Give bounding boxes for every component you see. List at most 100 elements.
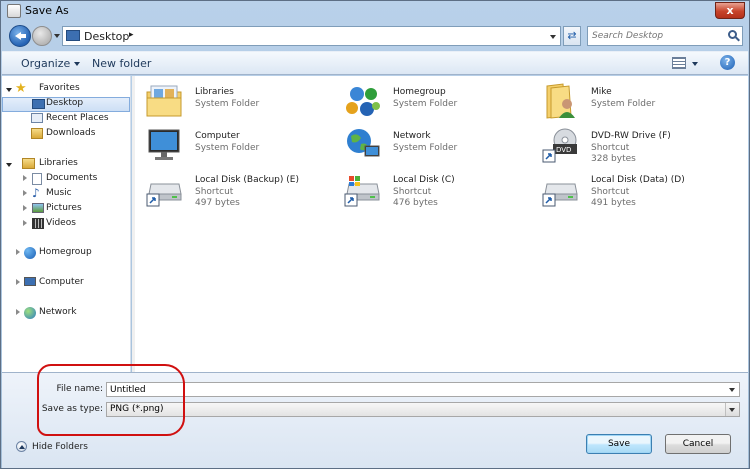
expand-arrow-icon[interactable] — [23, 220, 27, 226]
nav-libraries[interactable]: Libraries — [2, 157, 130, 172]
desktop-icon — [66, 30, 80, 41]
address-row: Desktop ▸ ⇄ — [1, 23, 749, 49]
file-item-homegroup[interactable]: Homegroup System Folder — [343, 82, 533, 122]
nav-computer[interactable]: Computer — [2, 276, 130, 291]
nav-pictures[interactable]: Pictures — [2, 202, 130, 217]
hard-disk-icon — [146, 183, 182, 207]
save-type-select[interactable]: PNG (*.png) — [106, 402, 740, 417]
documents-icon — [32, 173, 42, 185]
expand-arrow-icon[interactable] — [23, 205, 27, 211]
refresh-button[interactable]: ⇄ — [563, 26, 581, 46]
recent-pages-dropdown[interactable] — [54, 34, 60, 38]
save-button[interactable]: Save — [586, 434, 652, 454]
nav-music[interactable]: ♪ Music — [2, 186, 130, 202]
file-list: Libraries System Folder Homegroup System… — [135, 76, 748, 372]
file-item-computer[interactable]: Computer System Folder — [145, 126, 335, 166]
new-folder-button[interactable]: New folder — [92, 57, 151, 70]
file-item-local-disk-backup[interactable]: Local Disk (Backup) (E) Shortcut 497 byt… — [145, 170, 335, 210]
save-type-label: Save as type: — [41, 404, 103, 414]
downloads-folder-icon — [31, 128, 43, 139]
nav-favorites[interactable]: ★ Favorites — [2, 81, 130, 97]
file-item-type: Shortcut — [195, 187, 234, 197]
address-dropdown-icon[interactable] — [550, 35, 556, 39]
nav-homegroup[interactable]: Homegroup — [2, 246, 130, 261]
change-view-icon[interactable] — [672, 57, 686, 69]
expand-arrow-icon[interactable] — [16, 249, 20, 255]
pictures-icon — [32, 203, 44, 213]
libraries-icon — [22, 158, 35, 169]
file-item-local-disk-data[interactable]: Local Disk (Data) (D) Shortcut 491 bytes — [541, 170, 731, 210]
expand-arrow-icon[interactable] — [23, 175, 27, 181]
nav-documents-label: Documents — [46, 173, 98, 183]
organize-button[interactable]: Organize — [21, 57, 81, 70]
expand-arrow-icon[interactable] — [6, 88, 12, 92]
libraries-icon — [146, 85, 182, 117]
search-icon[interactable] — [728, 30, 737, 39]
help-icon[interactable]: ? — [720, 55, 735, 70]
title-bar[interactable]: Save As x — [1, 1, 749, 21]
view-options-dropdown[interactable] — [692, 62, 698, 66]
close-button[interactable]: x — [715, 2, 745, 19]
file-item-name: Network — [393, 131, 431, 141]
nav-downloads[interactable]: Downloads — [2, 127, 130, 142]
file-item-type: System Folder — [393, 99, 458, 109]
breadcrumb-chevron-icon[interactable]: ▸ — [129, 30, 134, 40]
address-bar[interactable]: Desktop ▸ — [62, 26, 561, 46]
nav-desktop[interactable]: Desktop — [2, 97, 130, 112]
search-input[interactable] — [592, 29, 722, 43]
nav-recent-places[interactable]: Recent Places — [2, 112, 130, 127]
nav-network-label: Network — [39, 307, 77, 317]
search-box[interactable] — [587, 26, 743, 46]
file-item-network[interactable]: Network System Folder — [343, 126, 533, 166]
file-item-size: 476 bytes — [393, 198, 438, 208]
organize-label: Organize — [21, 57, 71, 70]
nav-network[interactable]: Network — [2, 306, 130, 321]
star-icon: ★ — [15, 81, 27, 96]
nav-documents[interactable]: Documents — [2, 172, 130, 187]
file-item-name: Libraries — [195, 87, 234, 97]
save-type-value: PNG (*.png) — [110, 404, 164, 414]
computer-icon — [148, 129, 180, 160]
collapse-up-icon — [16, 441, 27, 452]
file-item-type: System Folder — [195, 143, 260, 153]
svg-text:DVD: DVD — [556, 146, 571, 154]
cancel-button[interactable]: Cancel — [665, 434, 731, 454]
file-item-name: Local Disk (Data) (D) — [591, 175, 685, 185]
hide-folders-label: Hide Folders — [32, 442, 88, 452]
network-icon — [347, 129, 380, 157]
forward-button[interactable] — [32, 26, 52, 46]
file-name-dropdown-icon[interactable] — [729, 388, 735, 392]
nav-computer-label: Computer — [39, 277, 84, 287]
dvd-drive-icon: DVD — [542, 128, 577, 163]
file-item-libraries[interactable]: Libraries System Folder — [145, 82, 335, 122]
breadcrumb-desktop[interactable]: Desktop — [84, 30, 129, 43]
file-item-size: 491 bytes — [591, 198, 636, 208]
back-button[interactable] — [9, 25, 31, 47]
expand-arrow-icon[interactable] — [6, 163, 12, 167]
system-disk-icon — [344, 176, 380, 207]
expand-arrow-icon[interactable] — [23, 190, 27, 196]
nav-videos[interactable]: Videos — [2, 217, 130, 232]
file-item-name: Local Disk (C) — [393, 175, 455, 185]
expand-arrow-icon[interactable] — [16, 279, 20, 285]
command-bar: Organize New folder ? — [2, 51, 748, 75]
file-name-combobox[interactable] — [106, 382, 740, 397]
nav-favorites-label: Favorites — [39, 83, 80, 93]
refresh-icon: ⇄ — [567, 29, 577, 42]
desktop-icon — [32, 99, 45, 109]
file-item-name: Local Disk (Backup) (E) — [195, 175, 299, 185]
file-item-local-disk-c[interactable]: Local Disk (C) Shortcut 476 bytes — [343, 170, 533, 210]
file-item-size: 328 bytes — [591, 154, 636, 164]
expand-arrow-icon[interactable] — [16, 309, 20, 315]
save-as-dialog: Save As x Desktop ▸ ⇄ Organize New folde… — [0, 0, 750, 469]
save-type-dropdown-icon[interactable] — [725, 403, 739, 416]
file-item-mike[interactable]: Mike System Folder — [541, 82, 731, 122]
nav-music-label: Music — [46, 188, 72, 198]
nav-libraries-label: Libraries — [39, 158, 78, 168]
file-name-input[interactable] — [110, 384, 670, 396]
nav-videos-label: Videos — [46, 218, 76, 228]
navigation-pane: ★ Favorites Desktop Recent Places Downlo… — [2, 76, 131, 372]
file-item-dvd-rw-drive[interactable]: DVD DVD-RW Drive (F) Shortcut 328 bytes — [541, 126, 731, 166]
recent-places-icon — [31, 113, 43, 123]
file-item-type: System Folder — [393, 143, 458, 153]
